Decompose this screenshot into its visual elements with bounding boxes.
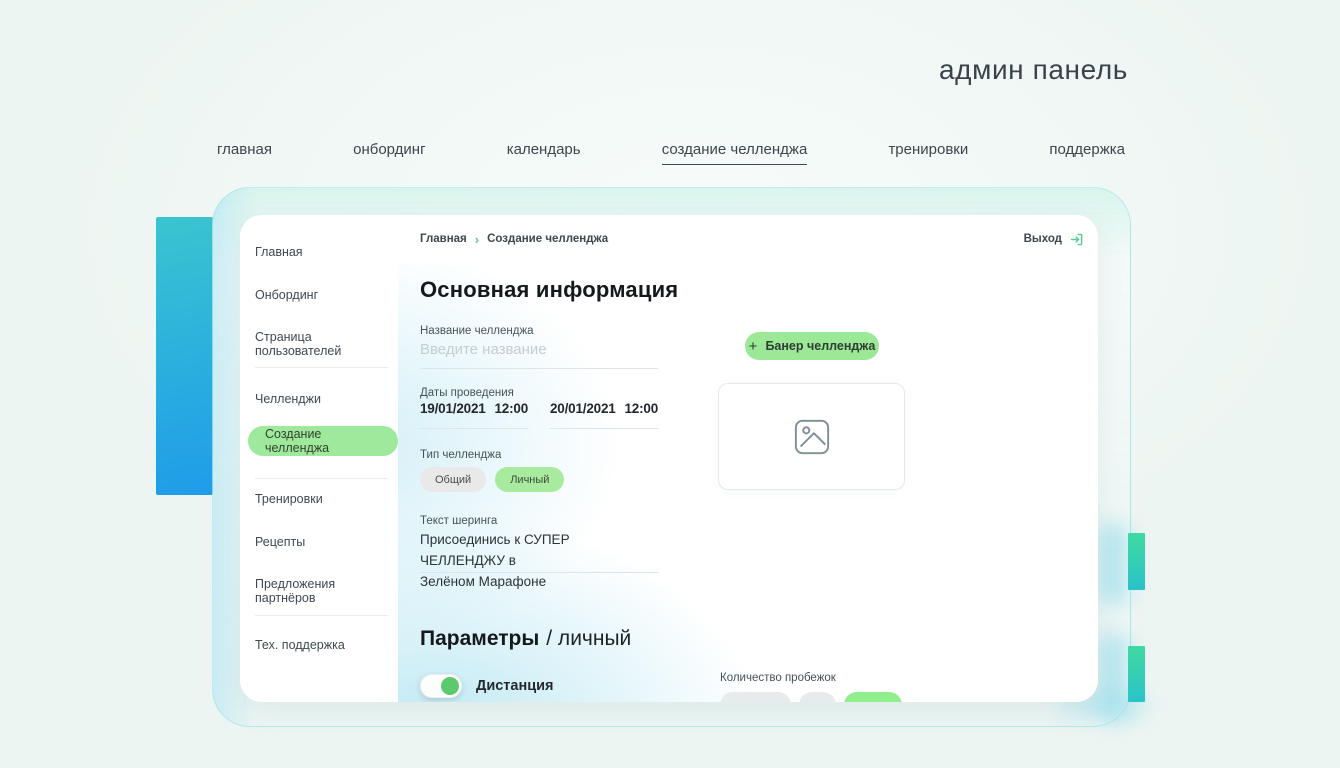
sharing-text-label: Текст шеринга bbox=[420, 515, 498, 527]
nav-item-trenirovki[interactable]: тренировки bbox=[888, 141, 968, 164]
plus-icon: + bbox=[748, 337, 758, 355]
params-title-suffix: / личный bbox=[546, 627, 632, 650]
breadcrumb-separator-icon: › bbox=[474, 231, 480, 247]
sidebar-item-glavnaya[interactable]: Главная bbox=[255, 245, 303, 259]
logout-label: Выход bbox=[1023, 233, 1062, 245]
start-time-value: 12:00 bbox=[494, 401, 528, 416]
sidebar-divider bbox=[255, 615, 388, 616]
sidebar-item-retsepty[interactable]: Рецепты bbox=[255, 535, 305, 549]
banner-upload-placeholder[interactable] bbox=[718, 383, 905, 490]
sharing-text-input[interactable]: Присоединись к СУПЕР ЧЕЛЛЕНДЖУ в Зелёном… bbox=[420, 529, 658, 589]
sidebar-item-trenirovki[interactable]: Тренировки bbox=[255, 492, 323, 506]
decorative-gradient-bar-right-top bbox=[1128, 533, 1145, 590]
nav-item-sozdanie-chellendzha[interactable]: создание челленджа bbox=[661, 141, 808, 165]
end-date-input[interactable]: 20/01/2021 12:00 bbox=[550, 401, 658, 429]
start-date-value: 19/01/2021 bbox=[420, 401, 486, 416]
distance-toggle-row: Дистанция bbox=[420, 674, 554, 698]
breadcrumb: Главная › Создание челленджа bbox=[420, 233, 608, 246]
distance-label: Дистанция bbox=[476, 678, 554, 694]
challenge-name-input[interactable]: Введите название bbox=[420, 341, 658, 369]
challenge-type-chips: Общий Личный bbox=[420, 467, 565, 492]
decorative-glow-right-top bbox=[1097, 524, 1129, 604]
end-date-value: 20/01/2021 bbox=[550, 401, 616, 416]
admin-card: Главная Онбординг Страница пользователей… bbox=[240, 215, 1098, 702]
form-content: Основная информация Название челленджа В… bbox=[398, 263, 1098, 702]
sidebar-item-onboarding[interactable]: Онбординг bbox=[255, 288, 318, 302]
nav-item-glavnaya[interactable]: главная bbox=[217, 141, 272, 164]
nav-item-kalendar[interactable]: календарь bbox=[507, 141, 581, 164]
decorative-gradient-bar-left bbox=[156, 217, 213, 495]
breadcrumb-item-glavnaya[interactable]: Главная bbox=[420, 233, 467, 245]
nav-item-podderzhka[interactable]: поддержка bbox=[1049, 141, 1125, 164]
type-chip-lichnyy-selected[interactable]: Личный bbox=[495, 467, 565, 492]
sidebar-item-chellendzhi[interactable]: Челленджи bbox=[255, 392, 321, 406]
toggle-knob bbox=[441, 677, 459, 695]
runs-count-chip[interactable] bbox=[720, 692, 791, 702]
sidebar-divider bbox=[255, 478, 388, 479]
runs-count-chip[interactable] bbox=[799, 692, 836, 702]
logout-icon bbox=[1069, 232, 1084, 247]
runs-count-chip-selected[interactable] bbox=[844, 692, 902, 702]
challenge-name-label: Название челленджа bbox=[420, 325, 534, 337]
end-time-value: 12:00 bbox=[624, 401, 658, 416]
sidebar-item-tekh-podderzhka[interactable]: Тех. поддержка bbox=[255, 638, 345, 652]
distance-toggle[interactable] bbox=[420, 674, 462, 698]
sidebar-item-predlozheniya-partnerov[interactable]: Предложения партнёров bbox=[255, 577, 398, 605]
runs-count-label: Количество пробежок bbox=[720, 672, 836, 684]
logout-button[interactable]: Выход bbox=[1024, 232, 1084, 247]
params-section-title: Параметры / личный bbox=[420, 627, 631, 651]
sidebar-item-stranitsa-polzovateley[interactable]: Страница пользователей bbox=[255, 330, 398, 358]
nav-item-onboarding[interactable]: онбординг bbox=[353, 141, 425, 164]
breadcrumb-item-current: Создание челленджа bbox=[487, 233, 609, 245]
topbar: Главная › Создание челленджа Выход bbox=[398, 215, 1098, 263]
decorative-gradient-bar-right-bottom bbox=[1128, 646, 1145, 702]
add-banner-label: Банер челленджа bbox=[765, 339, 876, 353]
main-panel: Главная › Создание челленджа Выход Основ… bbox=[398, 215, 1098, 702]
params-title-bold: Параметры bbox=[420, 627, 540, 650]
type-chip-obshchiy[interactable]: Общий bbox=[420, 467, 487, 492]
sidebar-divider bbox=[255, 367, 388, 368]
runs-count-chips bbox=[720, 692, 902, 702]
add-banner-button[interactable]: + Банер челленджа bbox=[745, 332, 879, 360]
section-title: Основная информация bbox=[420, 277, 679, 302]
admin-panel-page: админ панель главная онбординг календарь… bbox=[0, 0, 1340, 768]
start-date-input[interactable]: 19/01/2021 12:00 bbox=[420, 401, 528, 429]
page-title: админ панель bbox=[938, 54, 1128, 85]
dates-label: Даты проведения bbox=[420, 387, 514, 399]
challenge-type-label: Тип челленджа bbox=[420, 449, 502, 461]
sidebar: Главная Онбординг Страница пользователей… bbox=[240, 215, 398, 702]
top-nav: главная онбординг календарь создание чел… bbox=[217, 141, 1125, 165]
image-placeholder-icon bbox=[793, 418, 831, 456]
sidebar-item-sozdanie-chellendzha-active[interactable]: Создание челленджа bbox=[248, 426, 398, 456]
